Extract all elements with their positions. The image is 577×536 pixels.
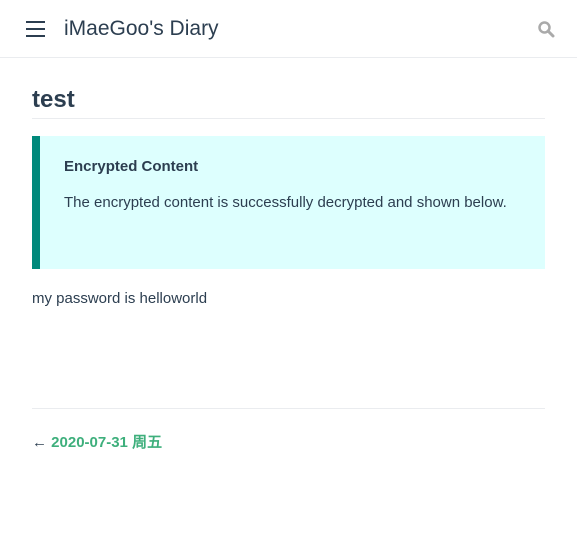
notice-title: Encrypted Content (64, 158, 199, 175)
prev-post-link[interactable]: 2020-07-31 周五 (51, 434, 162, 451)
notice-text: The encrypted content is successfully de… (64, 194, 507, 211)
search-icon[interactable] (537, 20, 555, 38)
prev-post: ← 2020-07-31 周五 (32, 431, 162, 452)
divider (32, 408, 545, 409)
hamburger-icon[interactable] (26, 21, 45, 37)
arrow-left-icon: ← (32, 434, 47, 451)
site-title[interactable]: iMaeGoo's Diary (64, 17, 219, 41)
navbar: iMaeGoo's Diary (0, 0, 577, 58)
post-content: my password is helloworld (32, 290, 208, 307)
encrypted-notice: Encrypted Content The encrypted content … (32, 136, 545, 269)
page-title: test (32, 86, 545, 119)
